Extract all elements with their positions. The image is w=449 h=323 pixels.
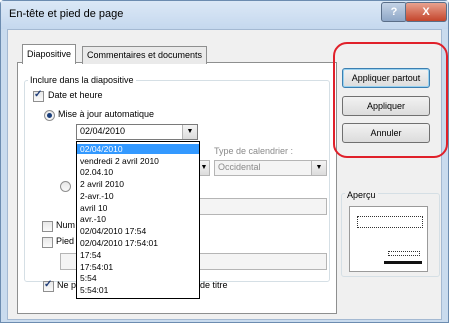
preview-placeholder-bar: [384, 261, 422, 264]
date-format-dropdown-list[interactable]: 02/04/2010 vendredi 2 avril 2010 02.04.1…: [76, 141, 200, 299]
preview-label: Aperçu: [345, 190, 378, 200]
preview-placeholder-footer: [388, 251, 420, 256]
dropdown-option[interactable]: 02/04/2010 17:54:01: [77, 238, 199, 248]
auto-update-label: Mise à jour automatique: [58, 109, 155, 119]
dropdown-option[interactable]: 02/04/2010: [77, 144, 199, 154]
calendar-type-value: Occidental: [218, 162, 261, 172]
dropdown-option[interactable]: 5:54: [77, 273, 199, 283]
chevron-down-icon: ▼: [182, 125, 197, 139]
preview-slide: [349, 206, 428, 272]
footer-checkbox[interactable]: [42, 237, 53, 248]
dialog-title: En-tête et pied de page: [9, 8, 124, 20]
tab-notes-handouts[interactable]: Commentaires et documents: [82, 46, 208, 64]
hide-on-title-slide-label-start: Ne p: [57, 280, 77, 290]
dropdown-option[interactable]: 17:54: [77, 250, 199, 260]
slide-number-label: Num: [56, 220, 76, 230]
fixed-date-radio[interactable]: [60, 181, 71, 192]
chevron-down-icon: ▼: [311, 161, 326, 175]
dropdown-option[interactable]: avr.-10: [77, 214, 199, 224]
hide-on-title-slide-label-end: de titre: [200, 280, 228, 290]
dropdown-option[interactable]: avril 10: [77, 203, 199, 213]
dropdown-option[interactable]: 2-avr.-10: [77, 191, 199, 201]
dialog-stage: En-tête et pied de page ? X Diapositive …: [0, 0, 449, 323]
slide-number-checkbox[interactable]: [42, 221, 53, 232]
red-highlight-outline: [333, 42, 448, 158]
footer-label: Pied: [56, 236, 75, 246]
dropdown-option[interactable]: 17:54:01: [77, 262, 199, 272]
date-time-checkbox[interactable]: [33, 89, 44, 102]
date-format-select[interactable]: 02/04/2010 ▼: [76, 124, 198, 140]
dropdown-option[interactable]: vendredi 2 avril 2010: [77, 156, 199, 166]
date-time-label: Date et heure: [48, 90, 103, 100]
auto-update-radio[interactable]: [44, 110, 55, 121]
calendar-type-label: Type de calendrier :: [214, 146, 294, 156]
help-button[interactable]: ?: [381, 2, 407, 22]
close-button[interactable]: X: [405, 2, 447, 22]
dropdown-option[interactable]: 5:54:01: [77, 285, 199, 295]
include-group-label: Inclure dans la diapositive: [28, 75, 136, 85]
date-format-value: 02/04/2010: [80, 126, 126, 136]
calendar-type-select[interactable]: Occidental ▼: [214, 160, 327, 176]
dropdown-option[interactable]: 2 avril 2010: [77, 179, 199, 189]
hide-on-title-slide-checkbox[interactable]: [43, 279, 54, 292]
tab-slide[interactable]: Diapositive: [22, 44, 77, 64]
title-bar: En-tête et pied de page ? X: [1, 1, 448, 29]
dropdown-option[interactable]: 02/04/2010 17:54: [77, 226, 199, 236]
preview-placeholder-title: [357, 216, 423, 228]
dropdown-option[interactable]: 02.04.10: [77, 167, 199, 177]
